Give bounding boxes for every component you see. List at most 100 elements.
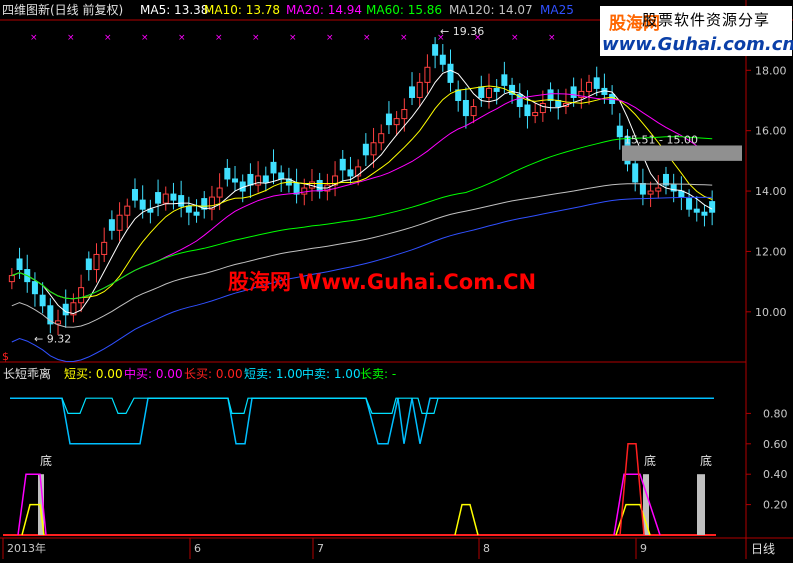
candle-body — [139, 199, 146, 210]
bottom-bar-3 — [697, 474, 705, 535]
top-marker: × — [30, 33, 38, 43]
candle-body — [78, 287, 85, 304]
candle-body — [385, 113, 392, 126]
candle-body — [547, 89, 554, 101]
candle-body — [485, 87, 492, 98]
candle-body — [339, 158, 346, 171]
price-zone-box — [622, 145, 742, 161]
candle-body — [93, 253, 100, 271]
candle-body — [224, 167, 231, 180]
candle-body — [555, 99, 562, 108]
candle-body — [586, 81, 593, 92]
candle-body — [116, 214, 123, 231]
candle-body — [193, 211, 200, 216]
candle-body — [462, 99, 469, 117]
price-zone-label: 15.51 - 15.00 — [624, 133, 698, 146]
candle-body — [378, 133, 385, 144]
candle-body — [270, 161, 277, 174]
candle-body — [370, 142, 377, 156]
center-watermark: 股海网 Www.Guhai.Com.CN — [228, 270, 537, 294]
candle-body — [409, 86, 416, 98]
bottom-signal-label: 底 — [40, 453, 52, 468]
candle-body — [493, 87, 500, 92]
candle-body — [532, 112, 539, 117]
candle-body — [101, 241, 108, 255]
top-marker: × — [215, 33, 223, 43]
candle-body — [401, 109, 408, 120]
y-tick-label-3: 12.00 — [755, 245, 787, 258]
candle-body — [85, 258, 92, 271]
candle-body — [447, 63, 454, 83]
period-label[interactable]: 日线 — [751, 542, 775, 556]
y-tick-label-1: 16.00 — [755, 125, 787, 138]
legend-long-sell: 长卖: - — [360, 367, 397, 381]
candle-body — [347, 169, 354, 177]
candle-body — [424, 66, 431, 83]
top-marker: × — [252, 33, 260, 43]
candle-body — [55, 320, 62, 325]
candle-body — [178, 195, 185, 207]
top-marker: × — [178, 33, 186, 43]
bottom-signal-label: 底 — [644, 453, 656, 468]
y-tick-label-0: 18.00 — [755, 64, 787, 77]
ma-line-4 — [11, 183, 713, 328]
candle-body — [131, 189, 138, 201]
candle-body — [393, 118, 400, 126]
candle-body — [31, 281, 38, 295]
candle-body — [416, 81, 423, 98]
candle-body — [39, 294, 46, 307]
top-marker: × — [67, 33, 75, 43]
stock-title: 四维图新(日线 前复权) — [2, 3, 124, 17]
top-marker: × — [141, 33, 149, 43]
watermark-url: www.Guhai.com.cn — [602, 34, 793, 55]
sub-y-tick-label-2: 0.40 — [763, 468, 788, 481]
candle-body — [155, 192, 162, 204]
x-label-0: 2013年 — [7, 541, 46, 555]
top-marker: × — [548, 33, 556, 43]
candle-body — [686, 198, 693, 210]
ma60-label: MA60: 15.86 — [366, 3, 443, 17]
legend-mid-sell: 中卖: 1.00 — [302, 367, 361, 381]
candle-body — [616, 125, 623, 138]
candle-body — [647, 190, 654, 195]
short-sell-line — [10, 397, 714, 445]
candle-body — [478, 86, 485, 98]
ma25-label: MA25 — [540, 3, 574, 17]
candle-body — [593, 77, 600, 89]
candle-body — [247, 173, 254, 186]
candle-body — [232, 178, 239, 183]
candle-body — [16, 258, 23, 271]
candle-body — [262, 175, 269, 183]
candle-body — [216, 187, 223, 198]
sub-indicator-title: 长短乖离 — [3, 367, 52, 381]
ma20-label: MA20: 14.94 — [286, 3, 363, 17]
y-tick-label-4: 10.00 — [755, 306, 787, 319]
top-marker: × — [289, 33, 297, 43]
sub-y-tick-label-3: 0.20 — [763, 499, 788, 512]
high-annotation: ← 19.36 — [440, 25, 484, 38]
sub-y-tick-label-1: 0.60 — [763, 438, 788, 451]
legend-short-sell: 短卖: 1.00 — [244, 367, 303, 381]
ma10-label: MA10: 13.78 — [204, 3, 281, 17]
candle-body — [701, 211, 708, 216]
candle-body — [693, 208, 700, 213]
x-label-3: 8 — [483, 542, 490, 555]
chart-stage[interactable]: 18.00 16.00 14.00 12.00 10.00 0.80 0.60 0.40 0.2… — [0, 0, 793, 559]
candle-body — [278, 172, 285, 180]
candle-body — [570, 86, 577, 98]
candle-body — [709, 201, 716, 213]
low-annotation: ← 9.32 — [34, 332, 71, 345]
candle-body — [524, 104, 531, 117]
candle-body — [301, 187, 308, 195]
top-marker: × — [400, 33, 408, 43]
legend-mid-buy: 中买: 0.00 — [124, 367, 183, 381]
x-label-2: 7 — [317, 542, 324, 555]
long-buy-spike — [619, 443, 645, 536]
legend-short-buy: 短买: 0.00 — [64, 367, 123, 381]
candle-body — [639, 183, 646, 195]
candle-body — [108, 219, 115, 231]
candle-body — [316, 179, 323, 192]
candle-body — [124, 205, 131, 216]
candle-body — [455, 89, 462, 101]
sub-y-tick-label-0: 0.80 — [763, 407, 788, 420]
